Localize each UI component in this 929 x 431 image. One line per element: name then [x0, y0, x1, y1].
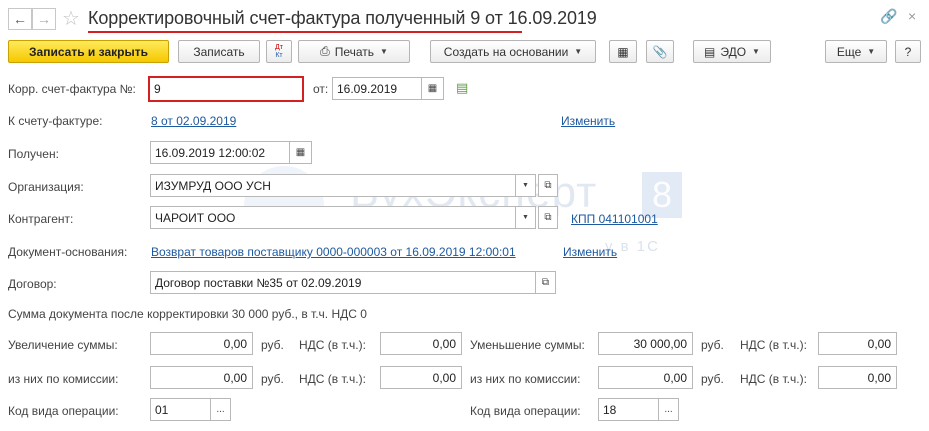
increase-commission-vat-input[interactable]: 0,00 — [380, 366, 462, 389]
calendar-icon: ▦ — [295, 147, 306, 158]
increase-sum-input[interactable]: 0,00 — [150, 332, 253, 355]
dec-comm-vat-label: НДС (в т.ч.): — [740, 372, 807, 386]
kt-label: Кт — [275, 51, 283, 59]
paperclip-icon: 📎 — [652, 44, 668, 59]
op-code-right-select-button[interactable]: ... — [659, 398, 679, 421]
calendar-button[interactable]: ▦ — [422, 77, 444, 100]
decrease-sum-label: Уменьшение суммы: — [470, 338, 585, 352]
contractor-dropdown[interactable]: ▼ — [516, 206, 536, 229]
back-button[interactable]: ← — [8, 8, 32, 30]
kpp-link[interactable]: КПП 041101001 — [571, 212, 658, 226]
inc-comm-vat-label: НДС (в т.ч.): — [299, 372, 366, 386]
date-label: от: — [313, 82, 329, 96]
op-code-right-input[interactable]: 18 — [598, 398, 659, 421]
change-basis-link[interactable]: Изменить — [563, 245, 617, 259]
printer-icon: ⎙ — [320, 44, 330, 58]
op-code-left-select-button[interactable]: ... — [211, 398, 231, 421]
decrease-rub-label: руб. — [701, 338, 724, 352]
contractor-input[interactable]: ЧАРОИТ ООО — [150, 206, 516, 229]
contract-input[interactable]: Договор поставки №35 от 02.09.2019 — [150, 271, 536, 294]
op-code-left-input[interactable]: 01 — [150, 398, 211, 421]
corr-invoice-label: Корр. счет-фактура №: — [8, 82, 136, 96]
decrease-vat-label: НДС (в т.ч.): — [740, 338, 807, 352]
print-button[interactable]: ⎙ Печать ▼ — [298, 40, 410, 63]
chevron-down-icon: ▼ — [522, 182, 529, 189]
chevron-down-icon: ▼ — [380, 47, 388, 56]
op-code-right-label: Код вида операции: — [470, 404, 581, 418]
attach-button[interactable]: 📎 — [646, 40, 674, 63]
title-underline — [88, 31, 522, 33]
organization-input[interactable]: ИЗУМРУД ООО УСН — [150, 174, 516, 197]
open-icon: ⧉ — [544, 180, 552, 191]
basis-doc-label: Документ-основания: — [8, 245, 128, 259]
organization-label: Организация: — [8, 180, 84, 194]
favorite-star-icon[interactable]: ☆ — [62, 6, 80, 31]
title-main: Корректировочный счет-фактура полученный — [88, 8, 466, 28]
more-button[interactable]: Еще ▼ — [825, 40, 887, 63]
save-and-close-button[interactable]: Записать и закрыть — [8, 40, 169, 63]
received-label: Получен: — [8, 147, 59, 161]
change-invoice-link[interactable]: Изменить — [561, 114, 615, 128]
date-input[interactable]: 16.09.2019 — [332, 77, 422, 100]
dec-comm-rub-label: руб. — [701, 372, 724, 386]
received-datetime-input[interactable]: 16.09.2019 12:00:02 — [150, 141, 290, 164]
link-icon[interactable]: 🔗 — [880, 8, 897, 25]
basis-doc-link[interactable]: Возврат товаров поставщику 0000-000003 о… — [151, 245, 516, 259]
decrease-vat-input[interactable]: 0,00 — [818, 332, 897, 355]
page-title: Корректировочный счет-фактура полученный… — [88, 8, 597, 29]
open-icon: ⧉ — [544, 212, 552, 223]
received-calendar-button[interactable]: ▦ — [290, 141, 312, 164]
contract-label: Договор: — [8, 277, 57, 291]
structure-button[interactable]: ▦ — [609, 40, 637, 63]
create-based-label: Создать на основании — [443, 44, 569, 59]
document-sum-text: Сумма документа после корректировки 30 0… — [8, 307, 367, 321]
increase-rub-label: руб. — [261, 338, 284, 352]
help-button[interactable]: ? — [895, 40, 921, 63]
open-icon: ⧉ — [541, 277, 550, 288]
print-label: Печать — [334, 44, 374, 59]
dt-label: Дт — [275, 43, 283, 51]
increase-commission-input[interactable]: 0,00 — [150, 366, 253, 389]
to-invoice-link[interactable]: 8 от 02.09.2019 — [151, 114, 236, 128]
title-number: 9 от 16.09.2019 — [470, 8, 597, 28]
create-based-on-button[interactable]: Создать на основании ▼ — [430, 40, 596, 63]
chevron-down-icon: ▼ — [522, 214, 529, 221]
structure-icon: ▦ — [617, 44, 629, 59]
increase-vat-label: НДС (в т.ч.): — [299, 338, 366, 352]
arrow-right-icon: → — [37, 11, 51, 27]
increase-sum-label: Увеличение суммы: — [8, 338, 118, 352]
dt-kt-button[interactable]: Дт Кт — [266, 40, 292, 63]
decrease-commission-vat-input[interactable]: 0,00 — [818, 366, 897, 389]
inc-comm-rub-label: руб. — [261, 372, 284, 386]
forward-button[interactable]: → — [32, 8, 56, 30]
edo-button[interactable]: ▤ ЭДО ▼ — [693, 40, 771, 63]
organization-dropdown[interactable]: ▼ — [516, 174, 536, 197]
close-icon[interactable]: × — [908, 8, 916, 24]
corr-invoice-number-input[interactable]: 9 — [148, 76, 304, 102]
chevron-down-icon: ▼ — [574, 47, 583, 56]
decrease-commission-input[interactable]: 0,00 — [598, 366, 693, 389]
chevron-down-icon: ▼ — [867, 47, 876, 56]
decrease-sum-input[interactable]: 30 000,00 — [598, 332, 693, 355]
to-invoice-label: К счету-фактуре: — [8, 114, 103, 128]
increase-vat-input[interactable]: 0,00 — [380, 332, 462, 355]
more-label: Еще — [836, 44, 862, 59]
edo-label: ЭДО — [720, 44, 747, 59]
chevron-down-icon: ▼ — [752, 47, 760, 56]
edo-icon: ▤ — [704, 44, 716, 59]
increase-commission-label: из них по комиссии: — [8, 372, 119, 386]
calendar-icon: ▦ — [427, 83, 438, 94]
save-button[interactable]: Записать — [178, 40, 260, 63]
contractor-label: Контрагент: — [8, 212, 74, 226]
op-code-left-label: Код вида операции: — [8, 404, 119, 418]
status-note-icon[interactable]: ▤ — [456, 80, 468, 96]
organization-open-button[interactable]: ⧉ — [538, 174, 558, 197]
decrease-commission-label: из них по комиссии: — [470, 372, 581, 386]
contract-open-button[interactable]: ⧉ — [536, 271, 556, 294]
arrow-left-icon: ← — [13, 11, 27, 27]
contractor-open-button[interactable]: ⧉ — [538, 206, 558, 229]
